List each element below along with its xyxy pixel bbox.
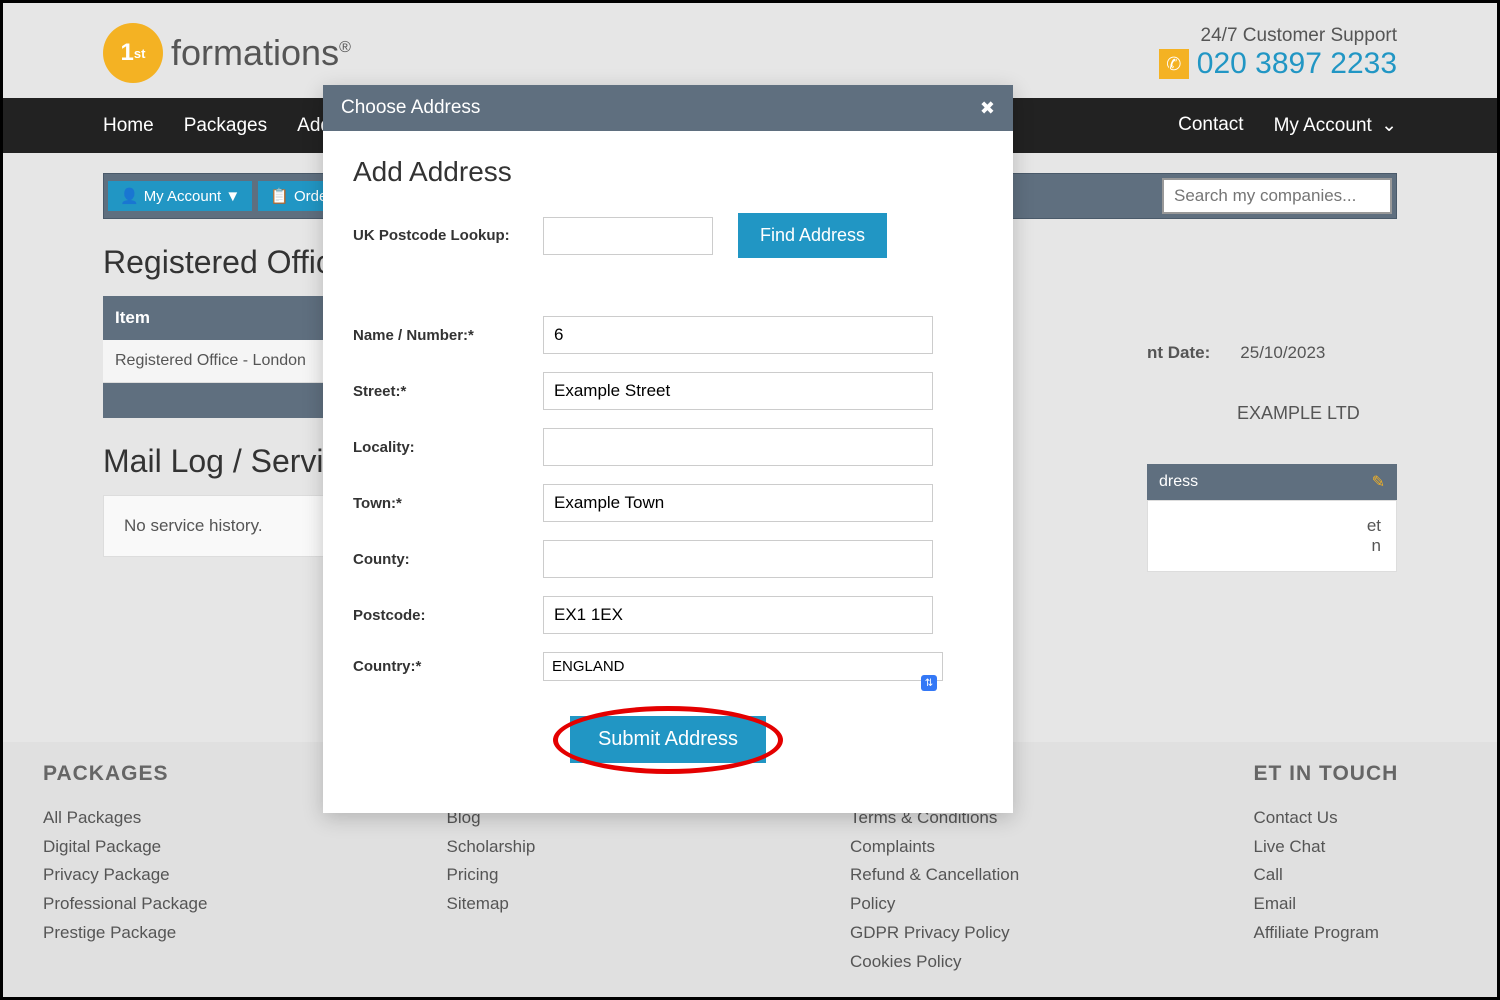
footer-link[interactable]: GDPR Privacy Policy	[850, 919, 1054, 948]
footer-link[interactable]: Call	[1254, 861, 1458, 890]
user-icon: 👤	[120, 187, 139, 205]
choose-address-modal: Choose Address ✖ Add Address UK Postcode…	[323, 85, 1013, 813]
nav-contact[interactable]: Contact	[1178, 114, 1243, 137]
county-label: County:	[353, 551, 523, 568]
county-input[interactable]	[543, 540, 933, 578]
edit-icon[interactable]: ✎	[1372, 472, 1385, 492]
name-number-label: Name / Number:*	[353, 327, 523, 344]
footer-packages-heading: PACKAGES	[43, 762, 247, 786]
footer-link[interactable]: Sitemap	[447, 890, 651, 919]
footer-link[interactable]: Cookies Policy	[850, 948, 1054, 977]
logo-badge: 1st	[103, 23, 163, 83]
support-phone[interactable]: ✆ 020 3897 2233	[1159, 47, 1397, 81]
footer-link[interactable]: Digital Package	[43, 833, 247, 862]
submit-address-button[interactable]: Submit Address	[570, 716, 766, 763]
my-account-dropdown[interactable]: 👤 My Account ▼	[108, 181, 252, 211]
footer-link[interactable]: Privacy Package	[43, 861, 247, 890]
footer-link[interactable]: Email	[1254, 890, 1458, 919]
footer-link[interactable]: Complaints	[850, 833, 1054, 862]
footer-link[interactable]: All Packages	[43, 804, 247, 833]
nav-packages[interactable]: Packages	[184, 115, 267, 137]
modal-title-bar: Choose Address	[341, 97, 480, 119]
footer-link[interactable]: Scholarship	[447, 833, 651, 862]
street-input[interactable]	[543, 372, 933, 410]
nav-home[interactable]: Home	[103, 115, 154, 137]
address-line: n	[1163, 536, 1381, 556]
select-arrow-icon: ⇅	[921, 675, 937, 691]
postcode-lookup-label: UK Postcode Lookup:	[353, 227, 523, 244]
support-label: 24/7 Customer Support	[1159, 25, 1397, 47]
country-label: Country:*	[353, 658, 523, 675]
footer-link[interactable]: Contact Us	[1254, 804, 1458, 833]
nav-my-account[interactable]: My Account ⌄	[1274, 114, 1397, 137]
appointment-date-value: 25/10/2023	[1240, 343, 1325, 363]
chevron-down-icon: ⌄	[1381, 114, 1397, 137]
phone-icon: ✆	[1159, 49, 1189, 79]
footer-touch-heading: ET IN TOUCH	[1254, 762, 1458, 786]
footer-link[interactable]: Prestige Package	[43, 919, 247, 948]
support-info: 24/7 Customer Support ✆ 020 3897 2233	[1159, 25, 1397, 81]
footer-link[interactable]: Refund & Cancellation Policy	[850, 861, 1054, 919]
address-section-header: dress ✎	[1147, 464, 1397, 500]
search-companies-input[interactable]	[1162, 178, 1392, 214]
name-number-input[interactable]	[543, 316, 933, 354]
footer-link[interactable]: Professional Package	[43, 890, 247, 919]
postcode-label: Postcode:	[353, 607, 523, 624]
locality-label: Locality:	[353, 439, 523, 456]
appointment-date-label: nt Date:	[1147, 343, 1210, 363]
close-icon[interactable]: ✖	[980, 98, 995, 119]
street-label: Street:*	[353, 383, 523, 400]
modal-heading: Add Address	[353, 156, 983, 188]
footer-link[interactable]: Pricing	[447, 861, 651, 890]
town-label: Town:*	[353, 495, 523, 512]
company-name: EXAMPLE LTD	[1237, 403, 1397, 424]
footer-link[interactable]: Live Chat	[1254, 833, 1458, 862]
address-line: et	[1163, 516, 1381, 536]
logo[interactable]: 1st formations®	[103, 23, 351, 83]
find-address-button[interactable]: Find Address	[738, 213, 887, 258]
postcode-input[interactable]	[543, 596, 933, 634]
footer-link[interactable]: Affiliate Program	[1254, 919, 1458, 948]
locality-input[interactable]	[543, 428, 933, 466]
country-select[interactable]: ENGLAND ⇅	[543, 652, 943, 681]
logo-text: formations®	[171, 32, 351, 74]
document-icon: 📋	[270, 187, 289, 205]
postcode-lookup-input[interactable]	[543, 217, 713, 255]
town-input[interactable]	[543, 484, 933, 522]
